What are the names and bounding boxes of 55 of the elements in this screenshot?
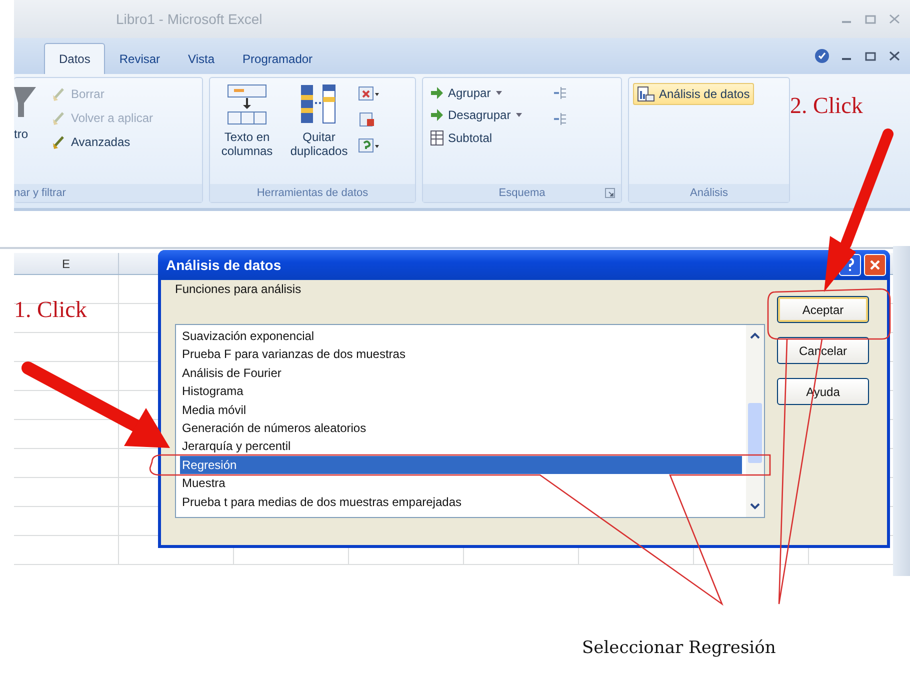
filter-button[interactable]: tro (14, 127, 42, 141)
list-label: Funciones para análisis (175, 282, 302, 296)
ribbon-button[interactable]: Subtotal (427, 129, 526, 147)
ribbon-button[interactable]: Texto en columnas (214, 83, 280, 184)
ribbon-button[interactable]: Avanzadas (48, 133, 156, 151)
ribbon-button[interactable]: Quitar duplicados (286, 83, 352, 184)
close-button[interactable] (864, 254, 886, 276)
list-item[interactable]: Media móvil (180, 400, 742, 419)
list-item[interactable]: Suavización exponencial (180, 327, 742, 346)
ribbon-button[interactable]: Agrupar (427, 85, 526, 101)
arrow-icon (430, 86, 444, 100)
chart-icon (637, 86, 655, 102)
group-label: Análisis (629, 184, 789, 202)
list-item[interactable]: Análisis de Fourier (180, 364, 742, 382)
restore-icon[interactable] (864, 50, 878, 62)
dialog-title: Análisis de datos (166, 257, 282, 273)
scroll-thumb[interactable] (748, 403, 762, 463)
close-icon (869, 259, 881, 271)
close-icon[interactable] (888, 50, 902, 62)
table-icon (430, 130, 444, 146)
text-columns-icon (226, 83, 268, 127)
ribbon-tab[interactable]: Revisar (105, 43, 174, 74)
broom-icon (51, 134, 67, 150)
window-title: Libro1 - Microsoft Excel (116, 11, 262, 27)
validation-icon[interactable] (358, 85, 380, 103)
launcher-icon[interactable] (605, 188, 615, 198)
ribbon-button[interactable]: Desagrupar (427, 107, 526, 123)
list-item[interactable]: Prueba F para varianzas de dos muestras (180, 345, 742, 364)
group-label: nar y filtrar (14, 184, 202, 202)
what-if-icon[interactable] (358, 137, 380, 155)
scroll-bar[interactable] (746, 325, 764, 517)
ribbon-tab[interactable]: Datos (44, 43, 106, 74)
group-label: Esquema (498, 186, 546, 201)
ribbon-tab[interactable]: Programador (228, 43, 327, 74)
list-item[interactable]: Jerarquía y percentil (180, 437, 742, 456)
list-item[interactable]: Regresión (180, 456, 742, 474)
outline-icon[interactable] (552, 111, 568, 127)
list-item[interactable]: Prueba t para medias de dos muestras emparejadas (180, 492, 742, 511)
arrow-icon (430, 108, 444, 122)
list-item[interactable]: Muestra (180, 474, 742, 493)
column-header[interactable]: E (14, 253, 119, 274)
scroll-bar[interactable] (893, 246, 910, 576)
list-item[interactable]: Histograma (180, 382, 742, 401)
dialog-button[interactable]: Aceptar (777, 296, 869, 323)
help-icon[interactable] (814, 48, 830, 64)
step-label: 2. Click (790, 93, 863, 119)
outline-icon[interactable] (552, 85, 568, 101)
caption: Seleccionar Regresión (582, 638, 776, 658)
broom-icon (51, 86, 67, 102)
step-label: 1. Click (14, 297, 87, 323)
broom-icon (51, 110, 67, 126)
ribbon-button[interactable]: Análisis de datos (633, 83, 754, 105)
ribbon-tab[interactable]: Vista (174, 43, 229, 74)
group-label: Herramientas de datos (210, 184, 415, 202)
list-item[interactable]: Generación de números aleatorios (180, 418, 742, 438)
